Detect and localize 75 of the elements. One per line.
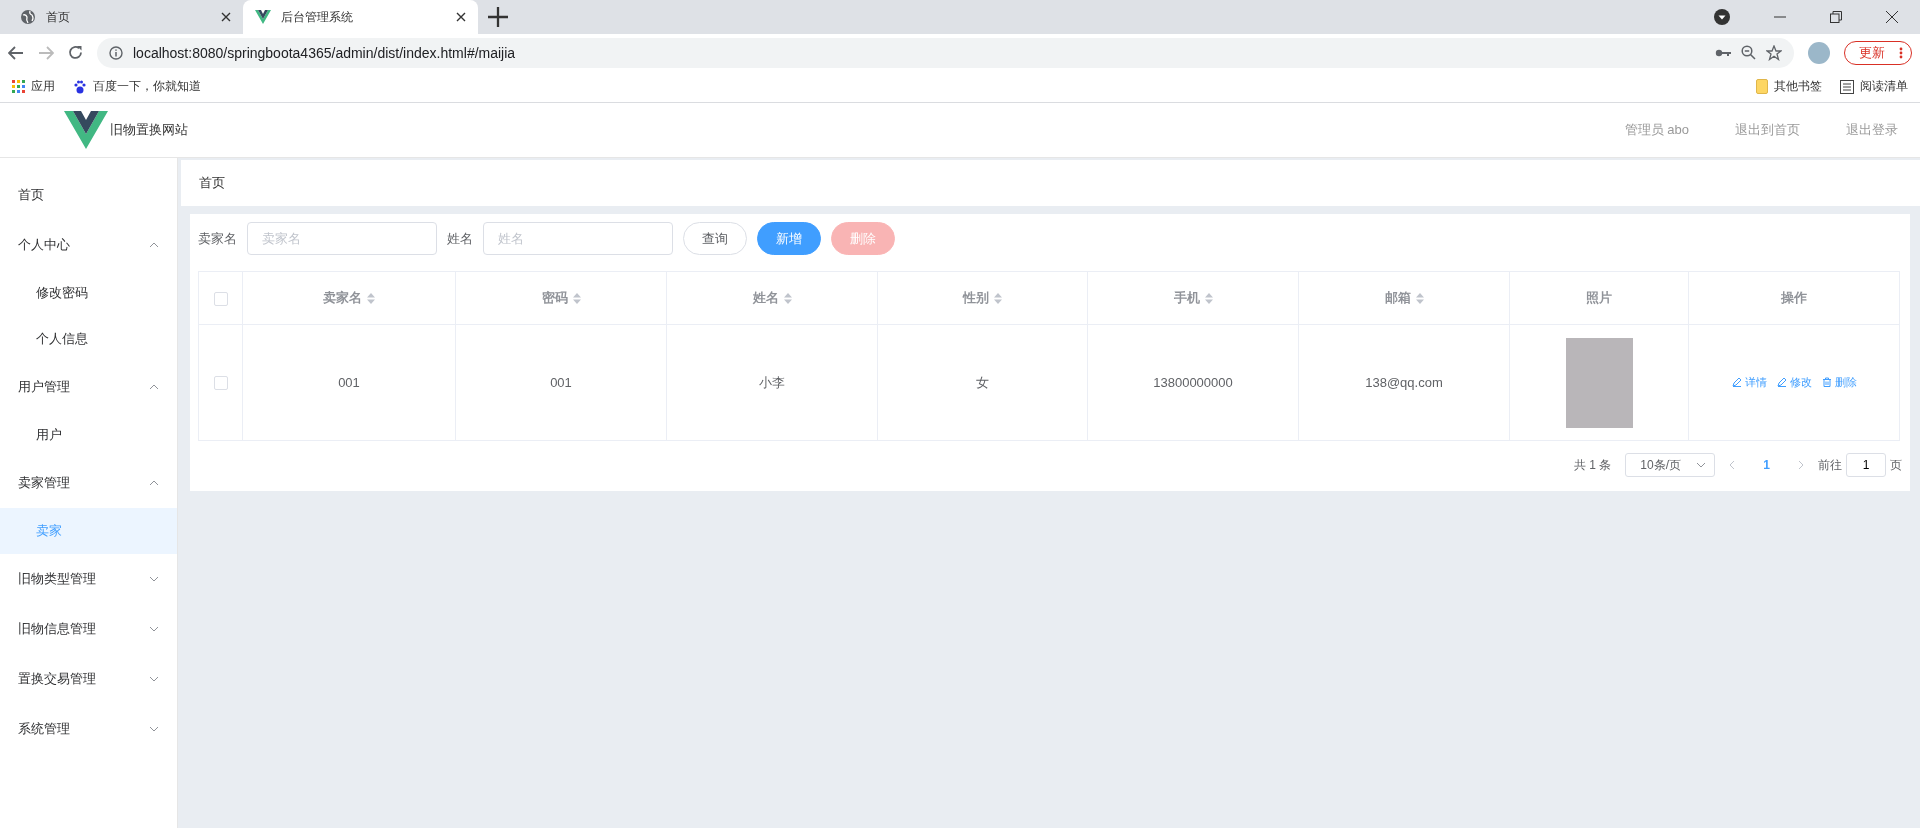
menu-item[interactable]: 首页: [0, 170, 177, 220]
site-title: 旧物置换网站: [110, 121, 188, 139]
restore-icon[interactable]: [1830, 11, 1842, 23]
sort-icon[interactable]: [572, 293, 581, 305]
paw-icon: [73, 79, 87, 94]
jump-label: 前往: [1818, 456, 1842, 474]
menu-item[interactable]: 卖家管理: [0, 458, 177, 508]
menu-item[interactable]: 个人中心: [0, 220, 177, 270]
sort-icon[interactable]: [1415, 293, 1424, 305]
submenu-item[interactable]: 用户: [0, 412, 177, 458]
close-icon[interactable]: [221, 12, 231, 22]
browser-tab[interactable]: 首页: [8, 0, 243, 34]
field-label: 卖家名: [198, 229, 237, 248]
checkbox[interactable]: [213, 376, 228, 391]
sort-icon[interactable]: [1204, 293, 1213, 305]
breadcrumb-link[interactable]: 首页: [199, 174, 225, 192]
tab-search-icon[interactable]: [1714, 9, 1730, 25]
chevron-down-icon: [1696, 462, 1707, 468]
pencil-icon: [1731, 377, 1742, 388]
checkbox[interactable]: [213, 291, 228, 306]
table-cell: 13800000000: [1087, 324, 1299, 441]
column-header: 照片: [1509, 271, 1689, 325]
forward-arrow-icon[interactable]: [38, 45, 54, 60]
sort-icon[interactable]: [783, 293, 792, 305]
menu-item[interactable]: 用户管理: [0, 362, 177, 412]
key-icon[interactable]: [1715, 47, 1731, 58]
table-cell: 138@qq.com: [1298, 324, 1510, 441]
apps-grid-icon: [12, 80, 25, 93]
menu-item[interactable]: 系统管理: [0, 704, 177, 754]
total-count: 共 1 条: [1573, 456, 1612, 474]
reload-icon[interactable]: [68, 45, 83, 60]
close-icon[interactable]: [456, 12, 466, 22]
table-cell: 001: [242, 324, 456, 441]
action-button[interactable]: 查询: [683, 222, 747, 255]
trash-icon: [1821, 377, 1832, 388]
zoom-out-icon[interactable]: [1741, 45, 1756, 60]
browser-tab[interactable]: 后台管理系统: [243, 0, 478, 34]
logo-icon: [64, 111, 108, 149]
new-tab-icon[interactable]: [488, 7, 508, 27]
menu-item[interactable]: 旧物信息管理: [0, 604, 177, 654]
star-icon[interactable]: [1766, 44, 1782, 61]
bookmark[interactable]: 阅读清单: [1840, 78, 1908, 95]
page-size-select[interactable]: 10条/页: [1625, 453, 1716, 477]
column-header: 操作: [1688, 271, 1900, 325]
submenu-item[interactable]: 个人信息: [0, 316, 177, 362]
avatar-icon[interactable]: [1808, 41, 1830, 64]
reading-list-icon: [1840, 79, 1854, 94]
table-cell: 小李: [666, 324, 878, 441]
menu-item[interactable]: 旧物类型管理: [0, 554, 177, 604]
bookmark[interactable]: 百度一下，你就知道: [73, 78, 201, 95]
close-icon[interactable]: [1886, 11, 1898, 23]
prev-page-icon[interactable]: [1729, 460, 1736, 470]
field-label: 姓名: [447, 229, 473, 248]
sort-icon[interactable]: [994, 293, 1002, 305]
input-field[interactable]: 卖家名: [247, 222, 437, 255]
address-bar[interactable]: localhost:8080/springboota4365/admin/dist/index.html#/maijia: [97, 37, 1794, 68]
submenu-item[interactable]: 修改密码: [0, 270, 177, 316]
more-icon: [1899, 46, 1903, 59]
update-button[interactable]: 更新: [1844, 40, 1912, 65]
bookmark[interactable]: 其他书签: [1756, 78, 1822, 95]
back-arrow-icon[interactable]: [8, 45, 24, 60]
logo-icon: [255, 10, 271, 24]
input-field[interactable]: 姓名: [483, 222, 673, 255]
bookmark-folder-icon: [1756, 79, 1768, 94]
menu-item[interactable]: 置换交易管理: [0, 654, 177, 704]
bookmark[interactable]: 应用: [12, 78, 55, 95]
pencil-icon: [1776, 377, 1787, 388]
table-cell: 001: [455, 324, 667, 441]
table-cell: 女: [877, 324, 1088, 441]
next-page-icon[interactable]: [1798, 460, 1804, 470]
sort-icon[interactable]: [367, 293, 375, 305]
globe-icon: [20, 9, 36, 25]
info-icon: [109, 45, 123, 60]
page-input[interactable]: 1: [1846, 453, 1886, 477]
page-suffix: 页: [1890, 456, 1902, 474]
